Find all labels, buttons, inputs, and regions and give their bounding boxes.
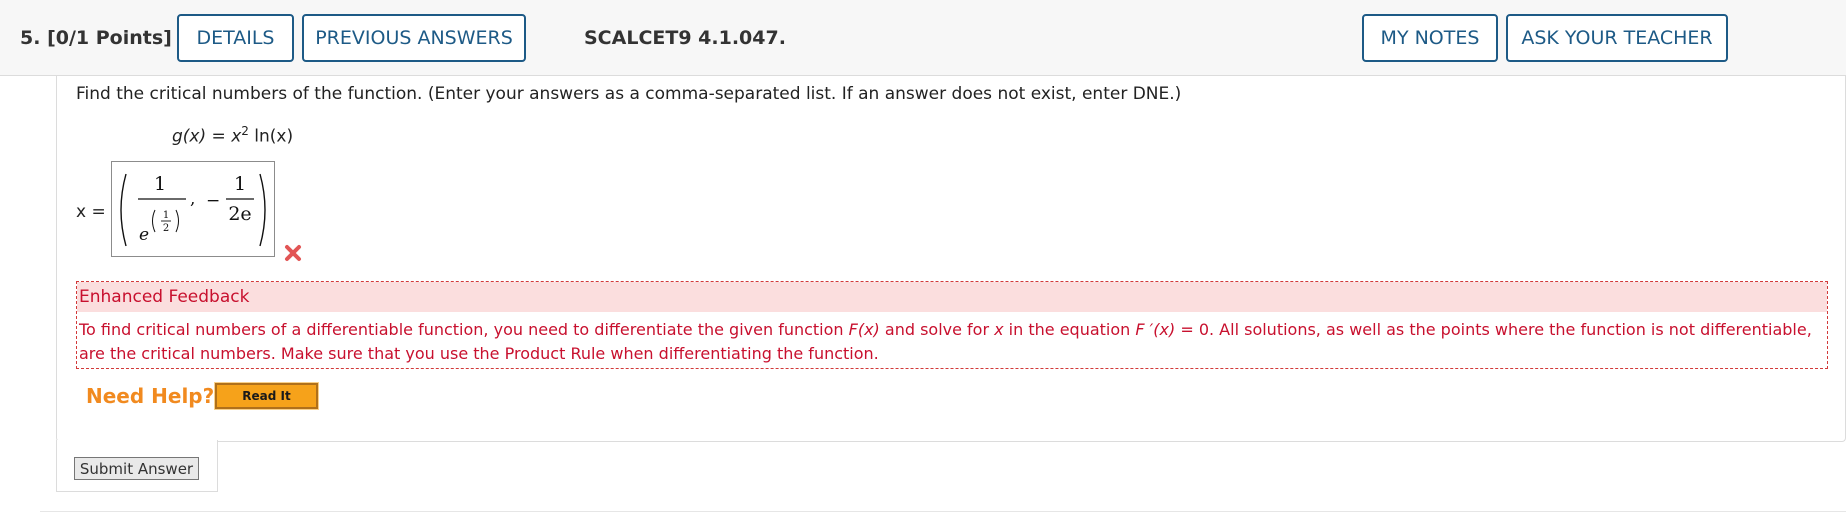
- second-numerator: 1: [234, 173, 246, 195]
- answer-input[interactable]: 1 e 1 2 , − 1 2e: [111, 161, 275, 257]
- separator-comma: ,: [190, 189, 195, 209]
- question-header: 5. [0/1 Points] DETAILS PREVIOUS ANSWERS…: [0, 0, 1846, 76]
- details-button[interactable]: DETAILS: [177, 14, 294, 62]
- function-definition: g(x) = x2 ln(x): [172, 124, 294, 147]
- wrong-answer-x-icon: [285, 245, 301, 261]
- read-it-button[interactable]: Read It: [214, 382, 319, 410]
- function-name: g(x): [172, 126, 207, 147]
- answer-math: 1 e 1 2 , − 1 2e: [120, 173, 266, 247]
- first-numerator: 1: [154, 173, 166, 195]
- left-paren: [120, 173, 127, 247]
- exponent-denominator: 2: [163, 223, 169, 234]
- exponent-numerator: 1: [163, 210, 169, 221]
- divider: [40, 511, 1846, 512]
- question-code: SCALCET9 4.1.047.: [584, 27, 786, 49]
- right-paren: [259, 173, 266, 247]
- exponent-right-paren: [175, 209, 179, 233]
- points-score: [0/1 Points]: [47, 27, 172, 49]
- feedback-title: Enhanced Feedback: [77, 282, 1827, 312]
- question-panel: [56, 76, 1846, 442]
- need-help-label: Need Help?: [86, 384, 215, 408]
- exponent-left-paren: [152, 209, 156, 233]
- minus-sign: −: [206, 191, 220, 211]
- enhanced-feedback: Enhanced Feedback To find critical numbe…: [76, 281, 1828, 369]
- question-instructions: Find the critical numbers of the functio…: [76, 84, 1182, 104]
- submit-answer-button[interactable]: Submit Answer: [74, 457, 199, 480]
- question-number: 5.: [20, 27, 41, 49]
- previous-answers-button[interactable]: PREVIOUS ANSWERS: [302, 14, 526, 62]
- first-base: e: [139, 225, 149, 245]
- my-notes-button[interactable]: MY NOTES: [1362, 14, 1498, 62]
- second-denominator: 2e: [228, 203, 251, 225]
- question-points: 5. [0/1 Points]: [20, 27, 172, 49]
- answer-variable-label: x =: [76, 202, 106, 222]
- feedback-text: To find critical numbers of a differenti…: [79, 320, 1812, 363]
- ask-your-teacher-button[interactable]: ASK YOUR TEACHER: [1506, 14, 1728, 62]
